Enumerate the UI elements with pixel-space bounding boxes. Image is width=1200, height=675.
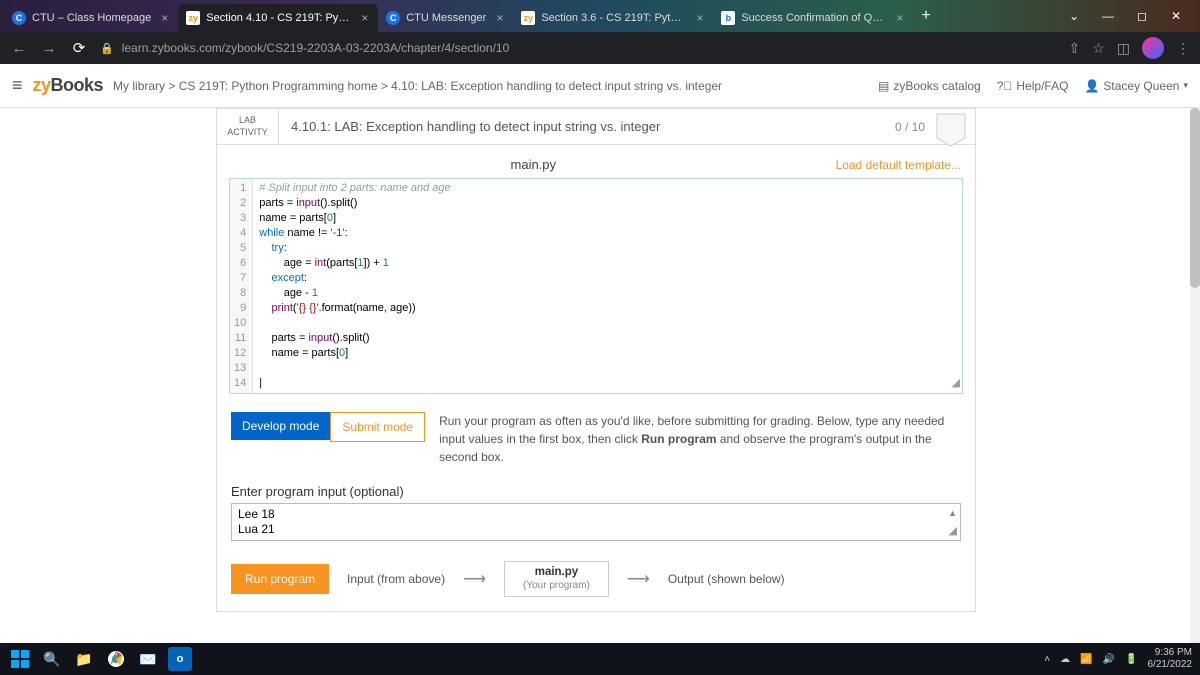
window-close-icon[interactable]: ✕ — [1166, 9, 1186, 23]
chrome-icon[interactable] — [104, 647, 128, 671]
run-row: Run program Input (from above) ⟶ main.py… — [217, 555, 975, 611]
nav-back-icon[interactable]: ← — [10, 40, 28, 57]
onedrive-icon[interactable]: ☁ — [1060, 654, 1070, 665]
share-icon[interactable]: ⇧ — [1068, 40, 1080, 57]
lab-activity-card: LABACTIVITY 4.10.1: LAB: Exception handl… — [216, 108, 976, 612]
flow-input-label: Input (from above) — [347, 572, 445, 586]
load-template-link[interactable]: Load default template... — [836, 158, 961, 172]
close-icon[interactable]: × — [361, 11, 368, 25]
file-explorer-icon[interactable]: 📁 — [72, 647, 96, 671]
close-icon[interactable]: × — [896, 11, 903, 25]
battery-icon[interactable]: 🔋 — [1125, 654, 1137, 665]
tab-success-confirm[interactable]: bSuccess Confirmation of Questi…× — [713, 4, 913, 32]
line-gutter: 1234567891011121314 — [230, 179, 253, 393]
submit-mode-button[interactable]: Submit mode — [330, 412, 425, 442]
browser-toolbar: ← → ⟳ 🔒 learn.zybooks.com/zybook/CS219-2… — [0, 32, 1200, 64]
help-link[interactable]: ?⃝ Help/FAQ — [997, 79, 1069, 93]
lab-type-label: LABACTIVITY — [217, 109, 279, 144]
url-text: learn.zybooks.com/zybook/CS219-2203A-03-… — [122, 41, 510, 55]
wifi-icon[interactable]: 📶 — [1080, 654, 1092, 665]
flow-output-label: Output (shown below) — [668, 572, 785, 586]
search-icon[interactable]: 🔍 — [40, 647, 64, 671]
arrow-right-icon: ⟶ — [627, 569, 650, 589]
tab-ctu-messenger[interactable]: CCTU Messenger× — [378, 4, 513, 32]
zybooks-header: ≡ zyBooks My library > CS 219T: Python P… — [0, 64, 1200, 108]
window-maximize-icon[interactable]: ◻ — [1132, 9, 1152, 23]
mode-help-text: Run your program as often as you'd like,… — [425, 412, 961, 466]
reading-list-icon[interactable]: ◫ — [1117, 40, 1130, 57]
catalog-link[interactable]: ▤ zyBooks catalog — [878, 79, 981, 93]
address-bar[interactable]: 🔒 learn.zybooks.com/zybook/CS219-2203A-0… — [100, 35, 1056, 61]
tablist-chevron-icon[interactable]: ⌄ — [1064, 9, 1084, 23]
window-minimize-icon[interactable]: — — [1098, 9, 1118, 23]
active-filename: main.py — [511, 157, 557, 172]
arrow-right-icon: ⟶ — [463, 569, 486, 589]
help-icon: ?⃝ — [997, 79, 1013, 93]
mode-row: Develop mode Submit mode Run your progra… — [217, 412, 975, 480]
profile-avatar-icon[interactable] — [1142, 37, 1164, 59]
outlook-icon[interactable]: o — [168, 647, 192, 671]
lab-score: 0 / 10 — [881, 120, 975, 134]
program-box: main.py (Your program) — [504, 561, 609, 597]
develop-mode-button[interactable]: Develop mode — [231, 412, 330, 440]
windows-taskbar: 🔍 📁 ✉️ o ˄ ☁ 📶 🔊 🔋 9:36 PM6/21/2022 — [0, 643, 1200, 675]
tab-zybooks-36[interactable]: zySection 3.6 - CS 219T: Python Pr…× — [513, 4, 713, 32]
run-program-button[interactable]: Run program — [231, 564, 329, 594]
new-tab-button[interactable]: + — [913, 7, 938, 25]
speaker-icon[interactable]: 🔊 — [1103, 654, 1115, 665]
code-editor[interactable]: 1234567891011121314 # Split input into 2… — [229, 178, 963, 394]
scroll-up-icon[interactable]: ▲ — [948, 506, 957, 521]
hamburger-menu-icon[interactable]: ≡ — [12, 75, 23, 96]
lab-header: LABACTIVITY 4.10.1: LAB: Exception handl… — [217, 109, 975, 145]
lab-title: 4.10.1: LAB: Exception handling to detec… — [279, 109, 881, 144]
browser-tab-strip: CCTU – Class Homepage× zySection 4.10 - … — [0, 0, 1200, 32]
mail-icon[interactable]: ✉️ — [136, 647, 160, 671]
page-scrollbar[interactable]: ▲ — [1190, 108, 1200, 643]
kebab-menu-icon[interactable]: ⋮ — [1176, 40, 1190, 57]
bookmark-icon[interactable]: ☆ — [1092, 40, 1105, 57]
user-menu[interactable]: 👤 Stacey Queen ▾ — [1084, 79, 1188, 93]
nav-forward-icon[interactable]: → — [40, 40, 58, 57]
score-badge-icon — [935, 112, 967, 148]
page-content: LABACTIVITY 4.10.1: LAB: Exception handl… — [0, 108, 1190, 643]
scrollbar-thumb[interactable] — [1190, 108, 1200, 288]
resize-handle-icon[interactable]: ◢ — [949, 524, 957, 539]
tab-zybooks-410[interactable]: zySection 4.10 - CS 219T: Python P…× — [178, 4, 378, 32]
system-clock[interactable]: 9:36 PM6/21/2022 — [1148, 647, 1193, 671]
lock-icon: 🔒 — [100, 42, 114, 55]
nav-reload-icon[interactable]: ⟳ — [70, 39, 88, 57]
zybooks-logo[interactable]: zyBooks — [33, 75, 104, 96]
code-area[interactable]: # Split input into 2 parts: name and age… — [253, 179, 962, 393]
breadcrumb[interactable]: My library > CS 219T: Python Programming… — [113, 79, 722, 93]
tab-ctu-homepage[interactable]: CCTU – Class Homepage× — [4, 4, 178, 32]
resize-handle-icon[interactable]: ◢ — [952, 376, 960, 391]
program-input-label: Enter program input (optional) — [217, 480, 975, 503]
start-menu-icon[interactable] — [8, 647, 32, 671]
program-input-textarea[interactable]: Lee 18 Lua 21▲◢ — [231, 503, 961, 541]
tray-chevron-icon[interactable]: ˄ — [1044, 654, 1050, 665]
user-icon: 👤 — [1084, 79, 1099, 93]
catalog-icon: ▤ — [878, 79, 889, 93]
file-tab-row: main.py Load default template... — [217, 145, 975, 178]
close-icon[interactable]: × — [161, 11, 168, 25]
close-icon[interactable]: × — [496, 11, 503, 25]
chevron-down-icon: ▾ — [1183, 80, 1188, 91]
close-icon[interactable]: × — [696, 11, 703, 25]
